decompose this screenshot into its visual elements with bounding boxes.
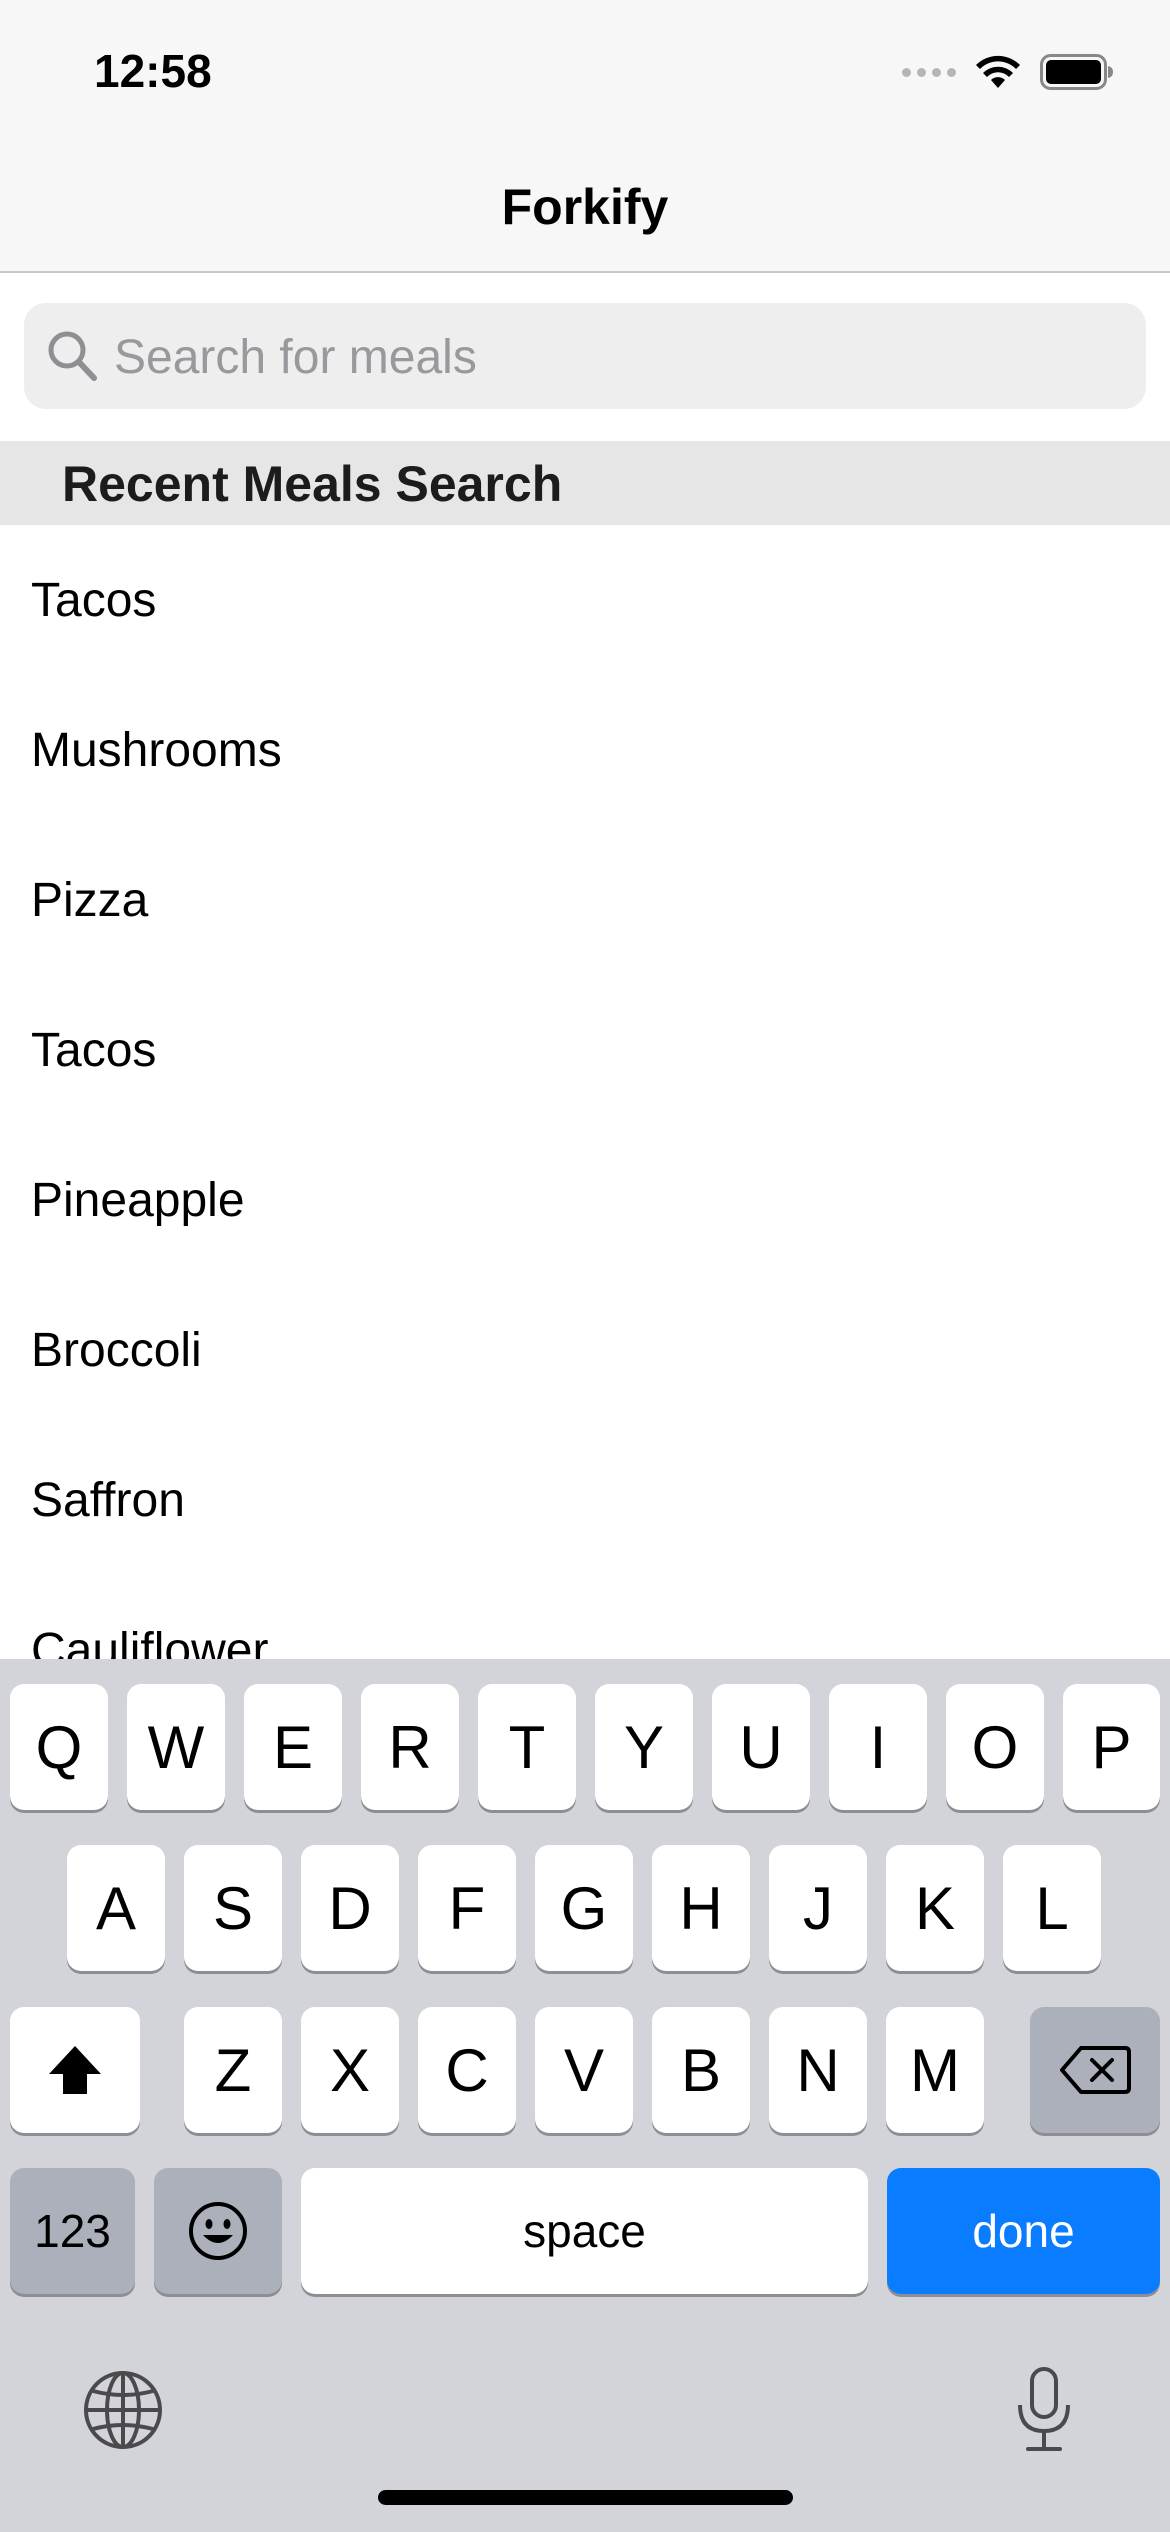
emoji-key[interactable] xyxy=(154,2168,282,2294)
globe-icon[interactable] xyxy=(82,2369,164,2451)
key-b[interactable]: B xyxy=(652,2007,750,2133)
keyboard: Q W E R T Y U I O P A S D F G H J K L Z … xyxy=(0,1659,1170,2532)
key-p[interactable]: P xyxy=(1063,1684,1160,1810)
key-h[interactable]: H xyxy=(652,1845,750,1971)
space-key[interactable]: space xyxy=(301,2168,868,2294)
key-q[interactable]: Q xyxy=(10,1684,108,1810)
emoji-icon xyxy=(189,2202,247,2260)
list-item[interactable]: Tacos xyxy=(0,975,1170,1125)
key-l[interactable]: L xyxy=(1003,1845,1101,1971)
shift-key[interactable] xyxy=(10,2007,140,2133)
key-z[interactable]: Z xyxy=(184,2007,282,2133)
recent-meals-list: Tacos Mushrooms Pizza Tacos Pineapple Br… xyxy=(0,525,1170,1659)
list-item[interactable]: Mushrooms xyxy=(0,675,1170,825)
key-e[interactable]: E xyxy=(244,1684,342,1810)
key-c[interactable]: C xyxy=(418,2007,516,2133)
search-bar xyxy=(0,273,1170,441)
status-icons xyxy=(902,54,1114,90)
search-icon xyxy=(48,331,97,381)
list-item[interactable]: Tacos xyxy=(0,525,1170,675)
shift-icon xyxy=(49,2046,101,2094)
numbers-key[interactable]: 123 xyxy=(10,2168,135,2294)
key-t[interactable]: T xyxy=(478,1684,576,1810)
key-f[interactable]: F xyxy=(418,1845,516,1971)
key-m[interactable]: M xyxy=(886,2007,984,2133)
key-o[interactable]: O xyxy=(946,1684,1044,1810)
navigation-bar: 12:58 Forkify xyxy=(0,0,1170,273)
key-g[interactable]: G xyxy=(535,1845,633,1971)
section-title: Recent Meals Search xyxy=(62,456,563,512)
key-y[interactable]: Y xyxy=(595,1684,693,1810)
battery-icon xyxy=(1040,54,1113,90)
key-i[interactable]: I xyxy=(829,1684,927,1810)
backspace-key[interactable] xyxy=(1030,2007,1160,2133)
key-x[interactable]: X xyxy=(301,2007,399,2133)
signal-icon xyxy=(902,67,956,77)
key-r[interactable]: R xyxy=(361,1684,459,1810)
search-input[interactable] xyxy=(112,303,1116,411)
list-item[interactable]: Pineapple xyxy=(0,1125,1170,1275)
key-w[interactable]: W xyxy=(127,1684,225,1810)
list-item[interactable]: Saffron xyxy=(0,1425,1170,1575)
page-title: Forkify xyxy=(501,179,669,235)
key-u[interactable]: U xyxy=(712,1684,810,1810)
key-j[interactable]: J xyxy=(769,1845,867,1971)
microphone-icon[interactable] xyxy=(1012,2365,1076,2455)
list-item[interactable]: Pizza xyxy=(0,825,1170,975)
status-time: 12:58 xyxy=(94,45,212,97)
search-field[interactable] xyxy=(24,303,1146,411)
list-item[interactable]: Cauliflower xyxy=(0,1575,1170,1659)
home-indicator[interactable] xyxy=(378,2490,793,2505)
wifi-icon xyxy=(976,55,1020,88)
key-a[interactable]: A xyxy=(67,1845,165,1971)
backspace-icon xyxy=(1060,2046,1131,2094)
key-s[interactable]: S xyxy=(184,1845,282,1971)
key-k[interactable]: K xyxy=(886,1845,984,1971)
done-key[interactable]: done xyxy=(887,2168,1160,2294)
key-v[interactable]: V xyxy=(535,2007,633,2133)
key-d[interactable]: D xyxy=(301,1845,399,1971)
section-header: Recent Meals Search xyxy=(0,441,1170,525)
list-item[interactable]: Broccoli xyxy=(0,1275,1170,1425)
key-n[interactable]: N xyxy=(769,2007,867,2133)
